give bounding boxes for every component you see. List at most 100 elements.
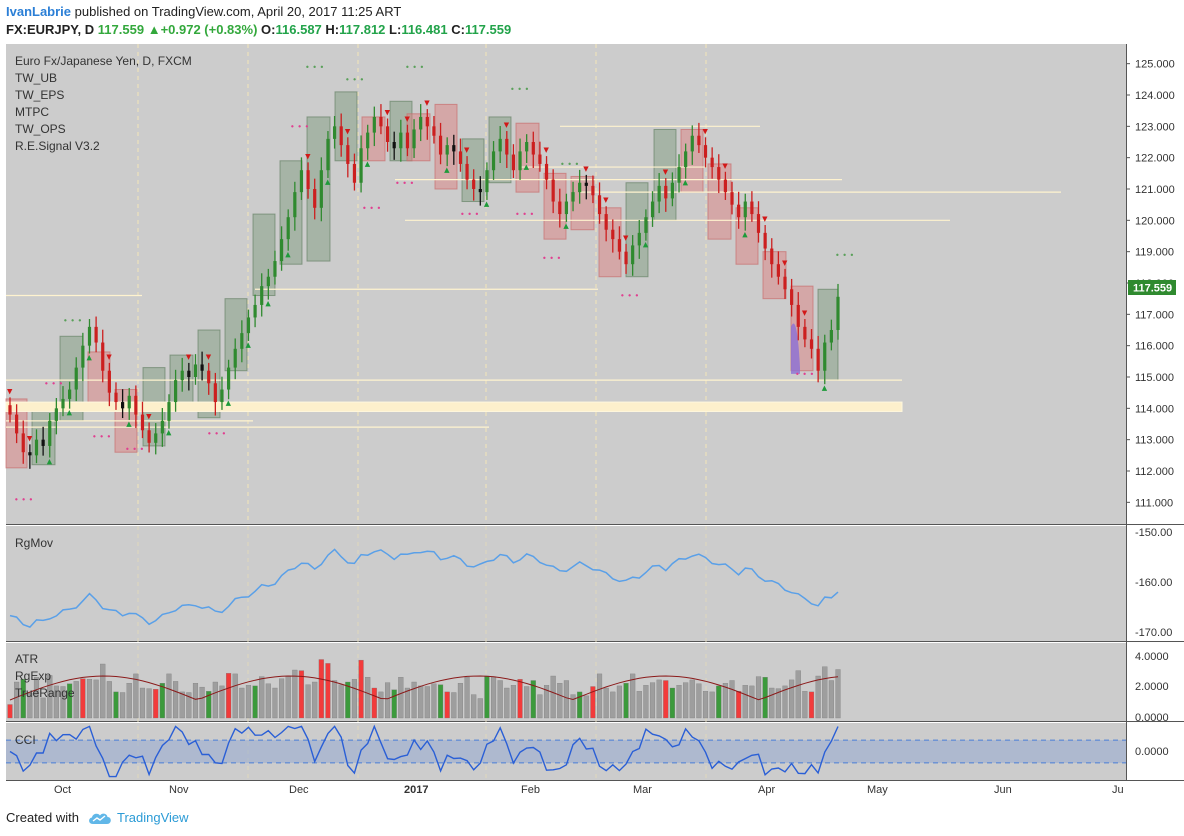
signal-dots-marker: • • •	[44, 379, 63, 388]
high-label: H:	[325, 22, 340, 37]
truerange-label[interactable]: TrueRange	[15, 686, 75, 700]
candle-body	[498, 138, 502, 152]
candle-body	[253, 304, 257, 318]
candle-body	[452, 145, 456, 152]
atr-bar	[716, 685, 722, 719]
sell-signal-arrow: ▼	[802, 309, 808, 317]
candle-body	[299, 170, 304, 193]
atr-bar	[199, 686, 205, 719]
atr-bar	[550, 675, 556, 719]
candle-body	[260, 286, 264, 305]
candle-body	[399, 132, 403, 149]
price-change: +0.972 (+0.83%)	[160, 22, 258, 37]
tradingview-brand-link[interactable]: TradingView	[117, 810, 189, 825]
sell-signal-arrow: ▼	[345, 127, 351, 135]
study-re-signal[interactable]: R.E.Signal V3.2	[15, 139, 100, 153]
atr-bar	[828, 680, 834, 719]
atr-bar	[444, 691, 450, 719]
sell-signal-arrow: ▼	[762, 215, 768, 223]
atr-bar	[510, 685, 516, 719]
candle-body	[491, 151, 496, 171]
main-pane[interactable]	[6, 44, 1126, 524]
atr-bar	[702, 691, 709, 719]
candle-body	[465, 163, 469, 180]
atr-bar	[126, 683, 132, 719]
candle-body	[114, 392, 118, 403]
candle-body	[750, 201, 754, 215]
chart-area[interactable]: ▼ ▼ ▲ ▲ ▲ ▼ ▲ ▼ ▲ ▼ ▼ ▲ ▲ ▲ ▲ ▼ ▲ ▼ ▲ ▼ ▼ ▼ ▲ ▼ ▲ ▼ ▲ ▼ ▲ ▼ ▼ ▼ ▲ ▼ ▲ ▼ ▼ ▲ ▼ ▼…	[0, 44, 1184, 800]
signal-dots-marker: • • •	[460, 210, 479, 219]
candle-body	[743, 201, 747, 218]
candle-body	[551, 179, 555, 202]
buy-signal-arrow: ▲	[822, 384, 828, 392]
candle-body	[604, 214, 608, 230]
rgmov-pane[interactable]	[6, 526, 1126, 641]
atr-bar	[676, 685, 682, 719]
sell-signal-arrow: ▼	[583, 165, 589, 173]
atr-tick-3: 0.0000	[1135, 712, 1169, 724]
atr-bar	[789, 679, 795, 719]
tradingview-cloud-icon[interactable]	[87, 811, 113, 825]
candle-body	[147, 430, 151, 443]
atr-bar	[378, 691, 384, 719]
cci-label[interactable]: CCI	[15, 733, 36, 747]
atr-bar	[755, 676, 762, 719]
buy-signal-arrow: ▲	[126, 420, 132, 428]
close-label: C:	[451, 22, 465, 37]
study-tw-eps[interactable]: TW_EPS	[15, 88, 64, 102]
atr-bar	[391, 689, 397, 719]
atr-bar	[179, 691, 185, 719]
interval-label: , D	[77, 22, 95, 37]
rgmov-label[interactable]: RgMov	[15, 536, 53, 550]
buy-signal-arrow: ▲	[365, 160, 371, 168]
candle-body	[339, 126, 343, 146]
signal-dots-marker: • • •	[510, 85, 529, 94]
atr-bar	[424, 686, 430, 719]
author-link[interactable]: IvanLabrie	[6, 4, 71, 19]
study-tw-ub[interactable]: TW_UB	[15, 71, 57, 85]
atr-bar	[557, 683, 563, 719]
candle-body	[684, 151, 688, 168]
buy-signal-arrow: ▲	[285, 251, 291, 259]
price-tick-label: 113.000	[1135, 435, 1174, 447]
atr-tick-1: 4.0000	[1135, 651, 1169, 663]
bullish-zone-box	[817, 288, 839, 381]
atr-bar	[630, 673, 636, 719]
atr-bar	[643, 685, 649, 719]
candle-body	[28, 452, 32, 456]
atr-bar	[272, 687, 278, 719]
buy-signal-arrow: ▲	[325, 178, 331, 186]
atr-bar	[464, 677, 470, 719]
candle-body	[485, 170, 489, 193]
atr-bar	[736, 691, 742, 719]
candle-body	[829, 330, 833, 343]
sell-signal-arrow: ▼	[186, 353, 192, 361]
candle-body	[730, 192, 734, 205]
candle-body	[697, 135, 701, 146]
candle-body	[134, 395, 138, 415]
sell-signal-arrow: ▼	[146, 412, 152, 420]
atr-bar	[610, 691, 616, 719]
atr-bar	[749, 685, 755, 719]
candle-body	[518, 151, 522, 171]
atr-bar	[815, 675, 821, 719]
atr-bar	[477, 698, 483, 719]
rgexp-label[interactable]: RgExp	[15, 669, 51, 683]
buy-signal-arrow: ▲	[524, 163, 530, 171]
atr-bar	[358, 659, 364, 719]
candle-body	[710, 157, 714, 168]
atr-bar	[139, 687, 146, 719]
study-tw-ops[interactable]: TW_OPS	[15, 122, 66, 136]
study-mtpc[interactable]: MTPC	[15, 105, 49, 119]
atr-bar	[40, 697, 46, 719]
price-tick-label: 120.000	[1135, 215, 1175, 227]
atr-label[interactable]: ATR	[15, 652, 38, 666]
atr-bar	[252, 685, 258, 719]
atr-bar	[292, 669, 298, 719]
published-text: published on TradingView.com, April 20, …	[71, 4, 402, 19]
signal-dots-marker: • • •	[14, 495, 33, 504]
atr-bar	[398, 677, 404, 719]
candle-body	[591, 185, 595, 196]
candle-body	[385, 126, 390, 142]
atr-bar	[683, 682, 689, 719]
